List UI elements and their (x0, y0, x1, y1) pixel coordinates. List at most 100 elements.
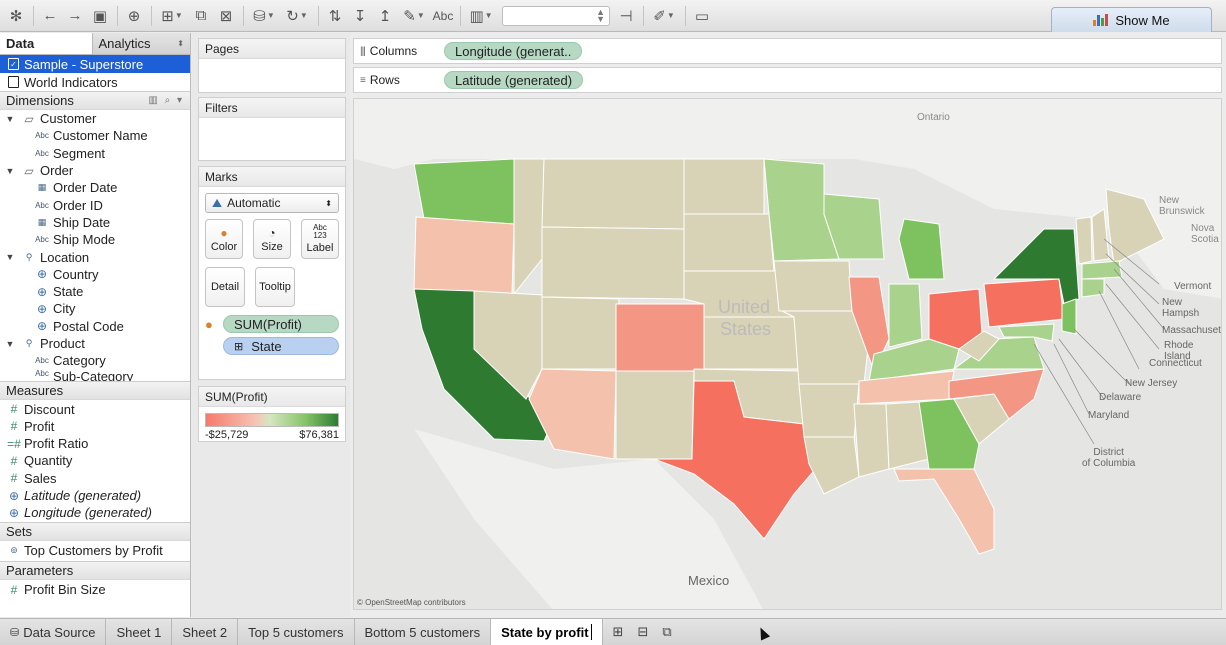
mark-type-dropdown[interactable]: ⛰ Automatic ⬍ (205, 193, 339, 213)
label-button[interactable]: Abc 123 Label (301, 219, 339, 259)
field-longitude-generated[interactable]: ⊕ Longitude (generated) (0, 504, 190, 521)
state-north-dakota[interactable] (683, 158, 765, 215)
collapse-triangle-icon[interactable]: ▼ (2, 339, 18, 349)
state-colorado[interactable] (615, 303, 705, 372)
tab-sheet-1[interactable]: Sheet 1 (106, 619, 173, 645)
fit-width-combo[interactable]: ▲ ▼ (502, 5, 610, 26)
data-source-world-indicators[interactable]: World Indicators (0, 73, 190, 91)
size-button[interactable]: ◔ Size (253, 219, 291, 259)
collapse-triangle-icon[interactable]: ▼ (2, 166, 18, 176)
map-view[interactable]: Ontario United States Mexico New Brunswic… (353, 98, 1222, 610)
state-arkansas[interactable] (798, 383, 860, 440)
field-latitude-generated[interactable]: ⊕ Latitude (generated) (0, 487, 190, 504)
tab-state-by-profit[interactable]: State by profit (491, 619, 603, 645)
tab-data[interactable]: Data (0, 33, 92, 54)
state-indiana[interactable] (888, 283, 923, 348)
presentation-mode-icon[interactable]: ▭ (690, 4, 714, 28)
color-button[interactable]: ● Color (205, 219, 243, 259)
state-pill[interactable]: ⊞ State (223, 337, 339, 355)
state-washington[interactable] (413, 158, 515, 225)
state-mississippi[interactable] (853, 403, 890, 478)
swap-rows-columns-icon[interactable]: ⇅ (323, 4, 347, 28)
state-wyoming[interactable] (541, 226, 685, 300)
pages-card[interactable]: Pages (198, 38, 346, 93)
collapse-triangle-icon[interactable]: ▼ (2, 252, 18, 262)
highlight-icon[interactable]: ✎ ▼ (398, 4, 430, 28)
detail-button[interactable]: Detail (205, 267, 245, 307)
hierarchy-product[interactable]: ▼ ⚲ Product (0, 335, 190, 352)
us-profit-map[interactable] (354, 99, 1222, 610)
save-icon[interactable]: ▣ (88, 4, 112, 28)
forward-arrow-icon[interactable]: → (63, 4, 87, 28)
tab-top-5-customers[interactable]: Top 5 customers (238, 619, 355, 645)
annotate-icon[interactable]: ✐ ▼ (648, 4, 680, 28)
field-ship-date[interactable]: ▦ Ship Date (0, 214, 190, 231)
state-new-mexico[interactable] (615, 370, 695, 460)
tooltip-button[interactable]: Tooltip (255, 267, 295, 307)
new-data-source-icon[interactable]: ⊕ (122, 4, 146, 28)
color-legend-card[interactable]: SUM(Profit) -$25,729 $76,381 (198, 386, 346, 442)
field-quantity[interactable]: # Quantity (0, 452, 190, 469)
show-labels-icon[interactable]: Abc (431, 4, 455, 28)
field-discount[interactable]: # Discount (0, 400, 190, 417)
state-utah[interactable] (541, 296, 620, 370)
field-customer-name[interactable]: Abc Customer Name (0, 127, 190, 144)
latitude-pill[interactable]: Latitude (generated) (444, 71, 584, 89)
state-oregon[interactable] (413, 216, 515, 295)
folder-order[interactable]: ▼ ▱ Order (0, 162, 190, 179)
fit-icon[interactable]: ▥ ▼ (465, 4, 497, 28)
field-ship-mode[interactable]: Abc Ship Mode (0, 231, 190, 248)
state-louisiana[interactable] (803, 436, 860, 495)
sort-descending-icon[interactable]: ↥ (373, 4, 397, 28)
folder-customer[interactable]: ▼ ▱ Customer (0, 110, 190, 127)
expand-plus-icon[interactable]: ⊞ (234, 340, 243, 353)
field-country[interactable]: ⊕ Country (0, 266, 190, 283)
field-order-id[interactable]: Abc Order ID (0, 196, 190, 213)
dimensions-tools-icon[interactable]: ▥ ⌕ ▾ (148, 95, 184, 106)
field-category[interactable]: Abc Category (0, 352, 190, 369)
refresh-icon[interactable]: ↻ ▼ (281, 4, 313, 28)
state-new-jersey[interactable] (1061, 298, 1077, 335)
field-sales[interactable]: # Sales (0, 470, 190, 487)
field-state[interactable]: ⊕ State (0, 283, 190, 300)
set-top-customers[interactable]: ⊚ Top Customers by Profit (0, 541, 190, 561)
back-arrow-icon[interactable]: ← (38, 4, 62, 28)
field-city[interactable]: ⊕ City (0, 300, 190, 317)
show-me-button[interactable]: Show Me (1051, 7, 1212, 32)
state-florida[interactable] (893, 468, 995, 555)
field-profit-ratio[interactable]: =# Profit Ratio (0, 435, 190, 452)
tab-sheet-2[interactable]: Sheet 2 (172, 619, 239, 645)
hierarchy-location[interactable]: ▼ ⚲ Location (0, 248, 190, 265)
pin-icon[interactable]: ⊣ (614, 4, 638, 28)
state-pennsylvania[interactable] (983, 278, 1065, 328)
state-michigan[interactable] (898, 218, 945, 280)
tab-bottom-5-customers[interactable]: Bottom 5 customers (355, 619, 492, 645)
field-postal-code[interactable]: ⊕ Postal Code (0, 318, 190, 335)
new-worksheet-icon[interactable]: ⊞ ▼ (156, 4, 188, 28)
tableau-logo-icon[interactable]: ✻ (4, 4, 28, 28)
sum-profit-pill[interactable]: SUM(Profit) (223, 315, 339, 333)
state-idaho[interactable] (513, 158, 545, 296)
data-source-superstore[interactable]: ✓ Sample - Superstore (0, 55, 190, 73)
state-vermont[interactable] (1075, 216, 1093, 265)
state-montana[interactable] (541, 158, 685, 230)
field-profit[interactable]: # Profit (0, 418, 190, 435)
field-sub-category[interactable]: Abc Sub-Category (0, 369, 190, 381)
new-dashboard-icon[interactable]: ⊟ (637, 624, 648, 640)
state-iowa[interactable] (773, 260, 853, 312)
state-south-dakota[interactable] (683, 213, 775, 272)
clear-sheet-icon[interactable]: ⊠ (214, 4, 238, 28)
tab-analytics[interactable]: Analytics ⬍ (91, 33, 190, 54)
columns-shelf[interactable]: ||| Columns Longitude (generat.. (353, 38, 1222, 64)
field-order-date[interactable]: ▦ Order Date (0, 179, 190, 196)
new-worksheet-icon[interactable]: ⊞ (613, 624, 624, 640)
longitude-pill[interactable]: Longitude (generat.. (444, 42, 583, 60)
rows-shelf[interactable]: ≡ Rows Latitude (generated) (353, 67, 1222, 93)
tab-data-source[interactable]: ⛁ Data Source (0, 619, 107, 645)
sort-ascending-icon[interactable]: ↧ (348, 4, 372, 28)
new-story-icon[interactable]: ⧉ (662, 624, 671, 640)
data-menu-icon[interactable]: ⛁ ▼ (248, 4, 280, 28)
duplicate-sheet-icon[interactable]: ⧉ (189, 4, 213, 28)
state-arizona[interactable] (528, 368, 617, 460)
filters-card[interactable]: Filters (198, 97, 346, 161)
